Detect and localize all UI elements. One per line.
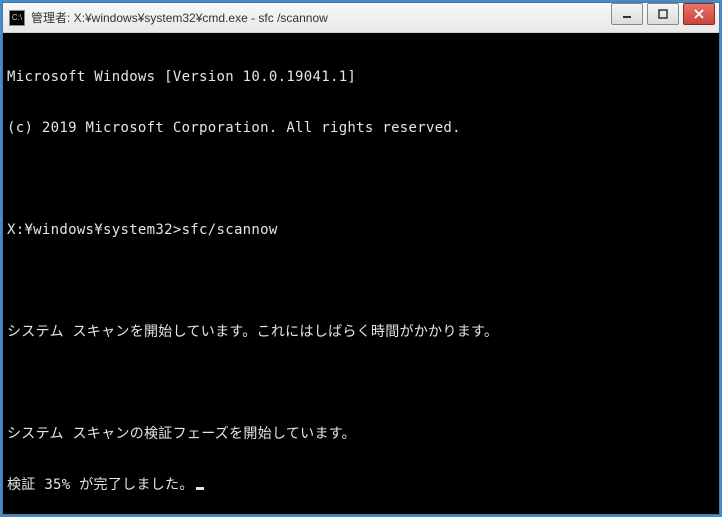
terminal-line bbox=[7, 375, 715, 392]
terminal-line bbox=[7, 273, 715, 290]
command-prompt-window: C:\ 管理者: X:¥windows¥system32¥cmd.exe - s… bbox=[2, 2, 720, 515]
minimize-icon bbox=[622, 9, 632, 19]
terminal-progress-line: 検証 35% が完了しました。 bbox=[7, 477, 715, 494]
terminal-line: Microsoft Windows [Version 10.0.19041.1] bbox=[7, 69, 715, 86]
maximize-icon bbox=[658, 9, 668, 19]
window-title: 管理者: X:¥windows¥system32¥cmd.exe - sfc /… bbox=[31, 9, 609, 26]
maximize-button[interactable] bbox=[647, 3, 679, 25]
titlebar[interactable]: C:\ 管理者: X:¥windows¥system32¥cmd.exe - s… bbox=[3, 3, 719, 33]
terminal-prompt-line: X:¥windows¥system32>sfc/scannow bbox=[7, 222, 715, 239]
terminal-line: システム スキャンを開始しています。これにはしばらく時間がかかります。 bbox=[7, 324, 715, 341]
progress-text: 検証 35% が完了しました。 bbox=[7, 477, 194, 493]
minimize-button[interactable] bbox=[611, 3, 643, 25]
cmd-icon: C:\ bbox=[9, 10, 25, 26]
terminal-line: システム スキャンの検証フェーズを開始しています。 bbox=[7, 426, 715, 443]
cursor bbox=[196, 487, 204, 490]
window-controls bbox=[609, 3, 719, 32]
close-button[interactable] bbox=[683, 3, 715, 25]
terminal-output[interactable]: Microsoft Windows [Version 10.0.19041.1]… bbox=[3, 33, 719, 514]
terminal-line: (c) 2019 Microsoft Corporation. All righ… bbox=[7, 120, 715, 137]
close-icon bbox=[694, 9, 704, 19]
terminal-line bbox=[7, 171, 715, 188]
